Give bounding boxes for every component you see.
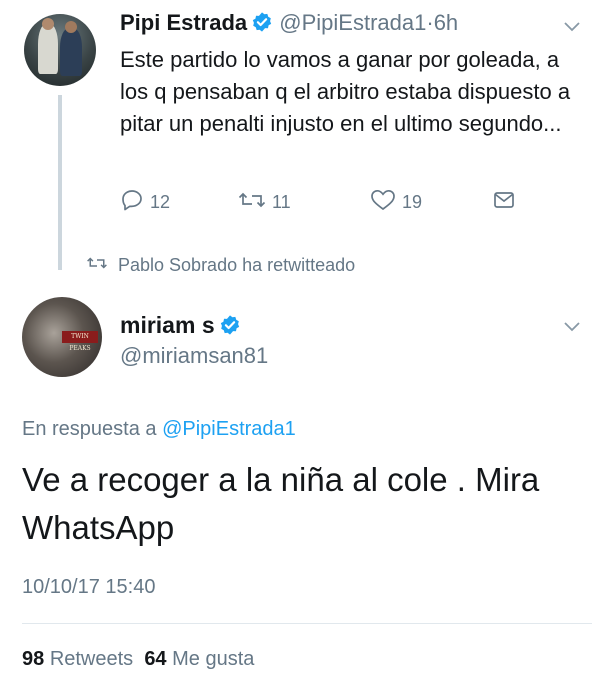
chevron-down-icon[interactable] xyxy=(562,16,582,36)
reply-count: 12 xyxy=(150,192,171,212)
tweet-pipi-estrada: Pipi Estrada @PipiEstrada1·6h Este parti… xyxy=(0,0,604,270)
reply-context: En respuesta a @PipiEstrada1 xyxy=(22,418,296,441)
divider xyxy=(22,623,592,624)
tweet-text-miriam: Ve a recoger a la niña al cole . Mira Wh… xyxy=(22,461,540,546)
retweet-button[interactable]: 11 xyxy=(238,188,291,217)
verified-badge-icon xyxy=(251,11,273,39)
retweet-context: Pablo Sobrado ha retwitteado xyxy=(86,254,355,277)
likes-label: Me gusta xyxy=(172,648,255,670)
chevron-down-icon[interactable] xyxy=(562,316,582,336)
tweet-header: Pipi Estrada @PipiEstrada1·6h xyxy=(120,10,458,39)
retweets-stat[interactable]: 98 Retweets xyxy=(22,648,133,670)
retweet-small-icon xyxy=(86,254,108,277)
author-handle-miriam[interactable]: @miriamsan81 xyxy=(120,343,268,369)
retweet-icon xyxy=(238,188,266,217)
tweet-timestamp[interactable]: 10/10/17 15:40 xyxy=(22,576,155,599)
tweet-actions: 12 11 19 xyxy=(120,188,540,218)
retweets-label: Retweets xyxy=(49,648,134,670)
author-name-miriam: miriam s xyxy=(120,312,241,342)
tweet-text: Este partido lo vamos a ganar por golead… xyxy=(120,47,571,136)
reply-button[interactable]: 12 xyxy=(120,188,170,217)
likes-stat[interactable]: 64 Me gusta xyxy=(144,648,254,670)
tweet-time[interactable]: 6h xyxy=(434,10,458,35)
separator-dot: · xyxy=(426,10,434,35)
retweet-context-text[interactable]: Pablo Sobrado ha retwitteado xyxy=(118,255,355,276)
reply-prefix: En respuesta a xyxy=(22,418,157,440)
like-count: 19 xyxy=(402,192,423,212)
like-button[interactable]: 19 xyxy=(370,188,422,217)
direct-message-button[interactable] xyxy=(492,188,516,217)
verified-badge-icon xyxy=(219,314,241,342)
retweets-count: 98 xyxy=(22,648,45,670)
retweet-count: 11 xyxy=(272,192,291,212)
author-name[interactable]: Pipi Estrada xyxy=(120,10,247,35)
thread-line xyxy=(58,95,62,270)
avatar-pipi-estrada[interactable] xyxy=(24,14,96,86)
author-name[interactable]: miriam s xyxy=(120,312,215,338)
author-handle[interactable]: @PipiEstrada1 xyxy=(279,10,426,35)
likes-count: 64 xyxy=(144,648,167,670)
tweet-stats: 98 Retweets 64 Me gusta xyxy=(22,648,254,671)
avatar-banner: TWIN PEAKS xyxy=(62,331,98,352)
avatar-miriam-s[interactable]: TWIN PEAKS xyxy=(22,297,102,377)
heart-icon xyxy=(370,188,396,217)
envelope-icon xyxy=(492,188,516,217)
reply-icon xyxy=(120,188,144,217)
reply-handle-link[interactable]: @PipiEstrada1 xyxy=(162,418,296,440)
